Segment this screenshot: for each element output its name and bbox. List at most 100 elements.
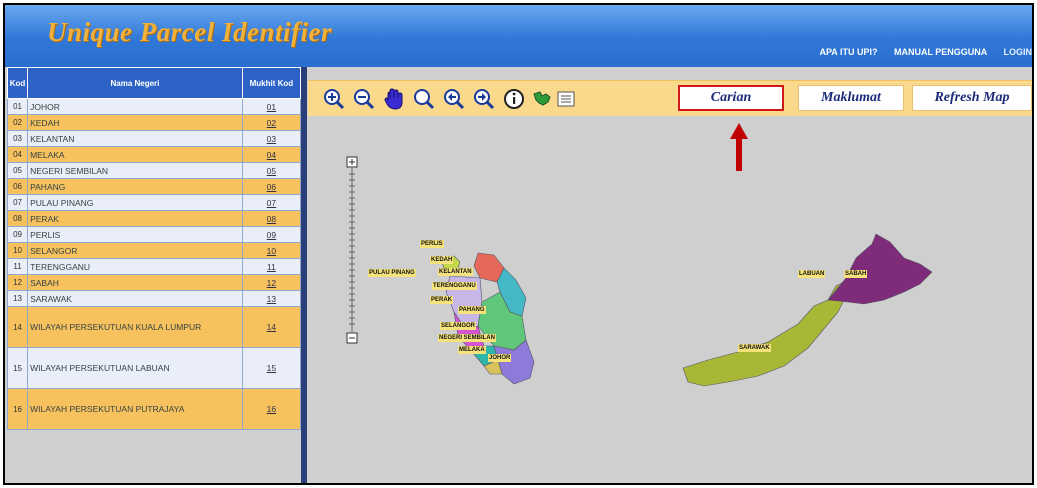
map-label-pahang: PAHANG — [458, 306, 486, 314]
info-icon[interactable] — [502, 87, 526, 111]
kod-cell: 16 — [6, 388, 29, 430]
map-label-sarawak: SARAWAK — [738, 344, 771, 352]
map-label-labuan: LABUAN — [798, 270, 826, 278]
table-row: 13 SARAWAK 13 — [6, 290, 302, 307]
state-code-link[interactable]: 14 — [241, 306, 302, 348]
state-code-link[interactable]: 12 — [241, 274, 302, 291]
map-label-kelantan: KELANTAN — [438, 268, 473, 276]
nama-negeri-cell: PERLIS — [27, 226, 243, 243]
nav-login[interactable]: LOGIN — [1004, 47, 1033, 57]
table-row: 07 PULAU PINANG 07 — [6, 194, 302, 211]
state-code-link[interactable]: 10 — [241, 242, 302, 259]
sarawak-shape — [682, 281, 849, 387]
table-row: 06 PAHANG 06 — [6, 178, 302, 195]
refresh-map-button[interactable]: Refresh Map — [912, 85, 1032, 111]
table-row: 14 WILAYAH PERSEKUTUAN KUALA LUMPUR 14 — [6, 306, 302, 348]
kod-cell: 05 — [6, 162, 29, 179]
state-code-link[interactable]: 01 — [241, 98, 302, 115]
nama-negeri-cell: WILAYAH PERSEKUTUAN PUTRAJAYA — [27, 388, 243, 430]
nama-negeri-cell: PULAU PINANG — [27, 194, 243, 211]
nama-negeri-cell: WILAYAH PERSEKUTUAN KUALA LUMPUR — [27, 306, 243, 348]
state-code-link[interactable]: 04 — [241, 146, 302, 163]
full-extent-map-icon[interactable] — [530, 87, 554, 111]
map-label-melaka: MELAKA — [458, 346, 486, 354]
state-code-link[interactable]: 08 — [241, 210, 302, 227]
col-nama-negeri: Nama Negeri — [27, 67, 243, 99]
panel-divider — [301, 67, 307, 483]
header-banner: Unique Parcel Identifier APA ITU UPI? MA… — [5, 5, 1032, 67]
table-row: 15 WILAYAH PERSEKUTUAN LABUAN 15 — [6, 347, 302, 389]
kod-cell: 09 — [6, 226, 29, 243]
kod-cell: 13 — [6, 290, 29, 307]
kod-cell: 15 — [6, 347, 29, 389]
table-row: 08 PERAK 08 — [6, 210, 302, 227]
kod-cell: 06 — [6, 178, 29, 195]
app-frame: Unique Parcel Identifier APA ITU UPI? MA… — [3, 3, 1034, 485]
nama-negeri-cell: PAHANG — [27, 178, 243, 195]
nav-manual-pengguna[interactable]: MANUAL PENGGUNA — [894, 47, 987, 57]
nama-negeri-cell: KEDAH — [27, 114, 243, 131]
kod-cell: 12 — [6, 274, 29, 291]
nama-negeri-cell: KELANTAN — [27, 130, 243, 147]
table-row: 16 WILAYAH PERSEKUTUAN PUTRAJAYA 16 — [6, 388, 302, 430]
table-row: 02 KEDAH 02 — [6, 114, 302, 131]
app-title: Unique Parcel Identifier — [47, 17, 332, 47]
state-code-link[interactable]: 06 — [241, 178, 302, 195]
nama-negeri-cell: MELAKA — [27, 146, 243, 163]
map-label-negeri-sembilan: NEGERI SEMBILAN — [438, 334, 497, 342]
nav-apa-itu-upi[interactable]: APA ITU UPI? — [819, 47, 877, 57]
table-row: 11 TERENGGANU 11 — [6, 258, 302, 275]
pan-hand-icon[interactable] — [382, 87, 406, 111]
nama-negeri-cell: NEGERI SEMBILAN — [27, 162, 243, 179]
state-code-link[interactable]: 13 — [241, 290, 302, 307]
kod-cell: 11 — [6, 258, 29, 275]
red-up-arrow-icon — [730, 123, 748, 171]
table-row: 05 NEGERI SEMBILAN 05 — [6, 162, 302, 179]
nama-negeri-cell: SABAH — [27, 274, 243, 291]
map-label-pulau-pinang: PULAU PINANG — [368, 269, 416, 277]
table-row: 03 KELANTAN 03 — [6, 130, 302, 147]
state-code-link[interactable]: 05 — [241, 162, 302, 179]
kod-cell: 04 — [6, 146, 29, 163]
state-code-link[interactable]: 03 — [241, 130, 302, 147]
state-code-link[interactable]: 07 — [241, 194, 302, 211]
kod-cell: 07 — [6, 194, 29, 211]
map-label-perak: PERAK — [430, 296, 454, 304]
next-extent-icon[interactable] — [472, 87, 496, 111]
nama-negeri-cell: SARAWAK — [27, 290, 243, 307]
col-kod: Kod — [6, 67, 29, 99]
map-label-johor: JOHOR — [488, 354, 512, 362]
state-code-link[interactable]: 16 — [241, 388, 302, 430]
map-label-sabah: SABAH — [844, 270, 868, 278]
previous-extent-icon[interactable] — [442, 87, 466, 111]
kod-cell: 14 — [6, 306, 29, 348]
map-label-selangor: SELANGOR — [440, 322, 477, 330]
maklumat-button[interactable]: Maklumat — [798, 85, 904, 111]
kod-cell: 01 — [6, 98, 29, 115]
legend-icon[interactable] — [554, 87, 578, 111]
map-label-kedah: KEDAH — [430, 256, 454, 264]
nama-negeri-cell: WILAYAH PERSEKUTUAN LABUAN — [27, 347, 243, 389]
table-row: 09 PERLIS 09 — [6, 226, 302, 243]
state-code-link[interactable]: 15 — [241, 347, 302, 389]
map-label-terengganu: TERENGGANU — [432, 282, 477, 290]
state-code-link[interactable]: 11 — [241, 258, 302, 275]
state-code-link[interactable]: 02 — [241, 114, 302, 131]
state-table: Kod Nama Negeri Mukhit Kod 01 JOHOR 01 02 KE… — [6, 67, 302, 430]
table-row: 04 MELAKA 04 — [6, 146, 302, 163]
zoom-in-icon[interactable] — [322, 87, 346, 111]
nama-negeri-cell: JOHOR — [27, 98, 243, 115]
kod-cell: 08 — [6, 210, 29, 227]
sabah-shape — [827, 233, 933, 305]
kod-cell: 10 — [6, 242, 29, 259]
carian-button[interactable]: Carian — [678, 85, 784, 111]
map-view[interactable]: PERLIS KEDAH PULAU PINANG KELANTAN TERENGGAN… — [308, 116, 1032, 483]
zoom-box-icon[interactable] — [412, 87, 436, 111]
table-row: 01 JOHOR 01 — [6, 98, 302, 115]
kod-cell: 03 — [6, 130, 29, 147]
nama-negeri-cell: PERAK — [27, 210, 243, 227]
zoom-out-icon[interactable] — [352, 87, 376, 111]
map-toolbar: Carian Maklumat Refresh Map — [308, 80, 1032, 117]
col-mukhit-kod: Mukhit Kod — [241, 67, 302, 99]
state-code-link[interactable]: 09 — [241, 226, 302, 243]
